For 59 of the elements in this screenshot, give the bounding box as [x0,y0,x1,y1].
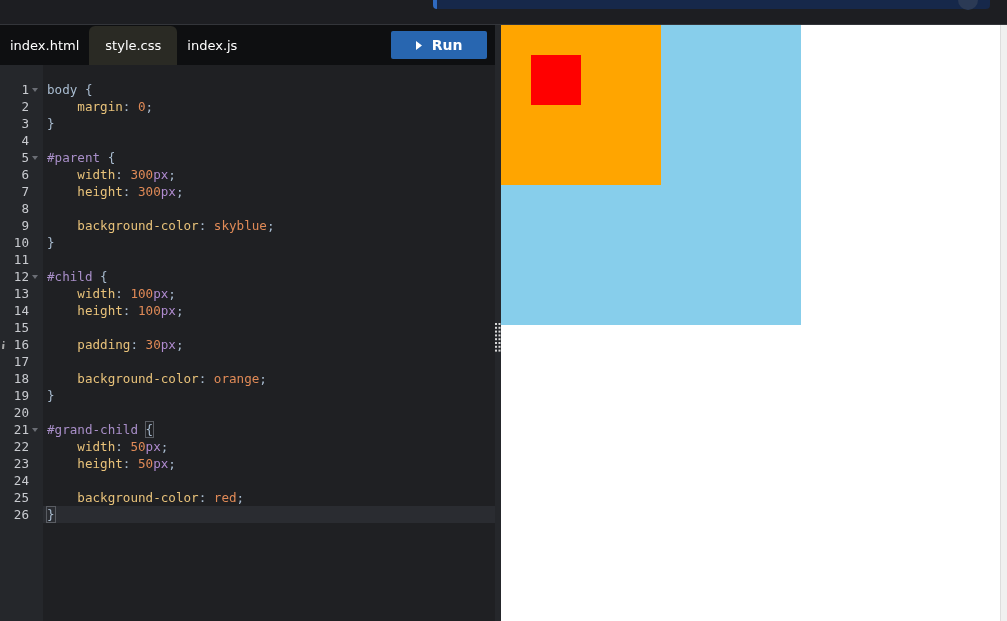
code-line: height: 300px; [77,184,184,199]
line-number: 18 [13,371,29,386]
fold-arrow-icon[interactable] [32,274,38,279]
line-number: 11 [13,252,29,267]
code-line: height: 100px; [77,303,184,318]
line-number: 23 [13,456,29,471]
line-number: 1 [21,82,29,97]
splitter-handle[interactable] [495,25,501,621]
line-number: 9 [21,218,29,233]
grandchild-box [531,55,581,105]
code-line: } [47,235,55,250]
line-number: 12 [13,269,29,284]
line-number: 21 [13,422,29,437]
grip-icon [495,323,501,353]
line-number: 22 [13,439,29,454]
code-line: width: 300px; [77,167,176,182]
play-icon [415,40,422,50]
code-line: width: 50px; [77,439,169,454]
line-number: 14 [13,303,29,318]
code-line: #child { [47,269,108,284]
file-tab[interactable]: style.css [89,26,178,65]
line-number: 4 [21,133,29,148]
line-number: 8 [21,201,29,216]
code-line: background-color: orange; [77,371,267,386]
run-button[interactable]: Run [391,31,487,59]
line-number: 16 [13,337,29,352]
code-line: margin: 0; [77,99,154,114]
code-editor[interactable] [0,65,495,621]
code-line: #grand-child { [47,422,154,437]
code-line: background-color: skyblue; [77,218,275,233]
line-number: 19 [13,388,29,403]
code-line: height: 50px; [77,456,176,471]
code-line: background-color: red; [77,490,245,505]
code-line: padding: 30px; [77,337,184,352]
line-number: 10 [13,235,29,250]
code-line: #parent { [47,150,116,165]
line-number: 17 [13,354,29,369]
file-tab[interactable]: index.js [177,26,248,65]
line-number: 3 [21,116,29,131]
line-number: 20 [13,405,29,420]
line-number: 7 [21,184,29,199]
code-line: } [47,116,55,131]
line-number: 25 [13,490,29,505]
line-number: 15 [13,320,29,335]
code-line: body { [47,82,93,97]
code-line: } [47,388,55,403]
line-number: 5 [21,150,29,165]
code-line: } [47,507,55,522]
file-tab[interactable]: index.html [0,26,90,65]
fold-arrow-icon[interactable] [32,87,38,92]
line-number: 26 [13,507,29,522]
line-number: 6 [21,167,29,182]
line-number: 24 [13,473,29,488]
code-line: width: 100px; [77,286,176,301]
line-number: 13 [13,286,29,301]
fold-arrow-icon[interactable] [32,155,38,160]
scrollbar[interactable] [1000,25,1007,621]
fold-arrow-icon[interactable] [32,427,38,432]
line-number: 2 [21,99,29,114]
